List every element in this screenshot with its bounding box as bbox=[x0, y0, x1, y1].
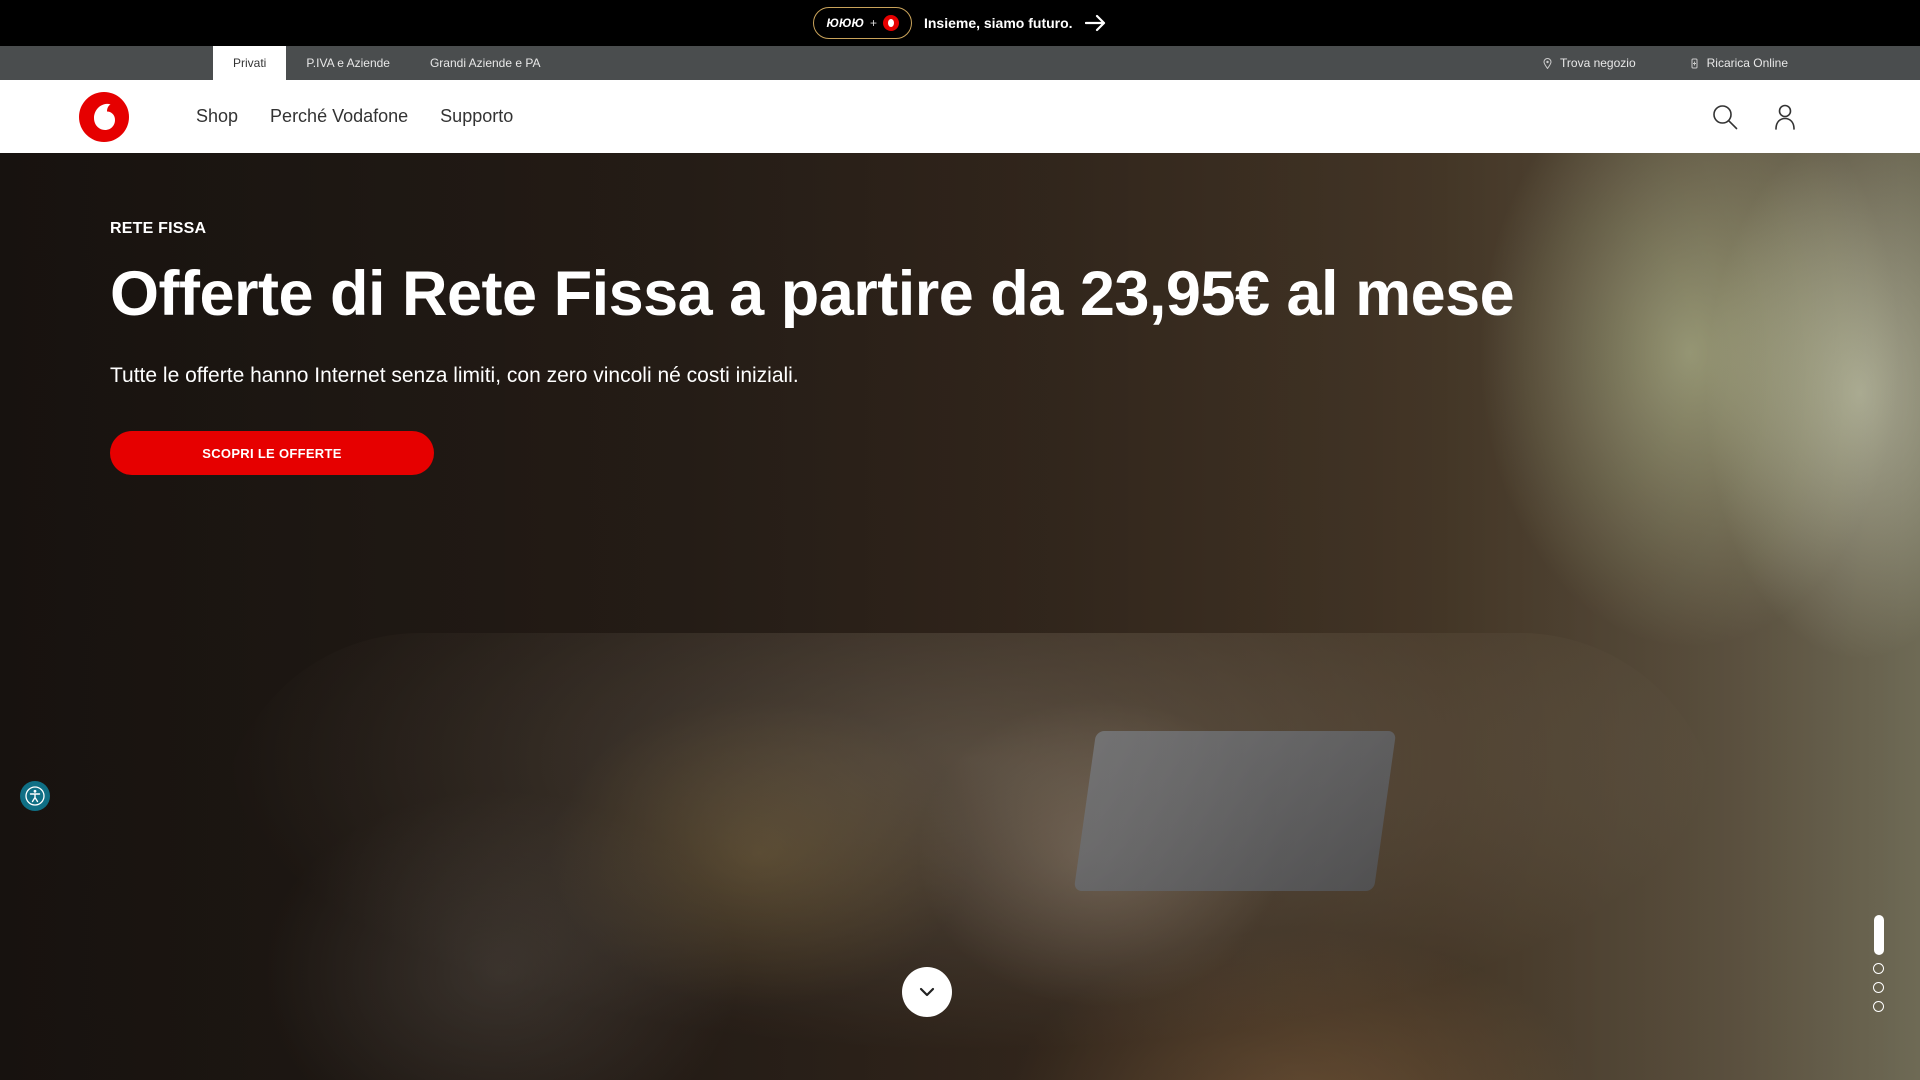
location-pin-icon bbox=[1543, 57, 1552, 69]
partnership-badge: ЮЮЮ + bbox=[813, 7, 912, 39]
carousel-dot[interactable] bbox=[1873, 963, 1884, 974]
vodafone-mini-logo-icon bbox=[882, 15, 899, 31]
nav-actions bbox=[1712, 80, 1796, 153]
find-store-label: Trova negozio bbox=[1560, 56, 1636, 70]
accessibility-button[interactable] bbox=[20, 781, 50, 811]
carousel-dot[interactable] bbox=[1873, 1001, 1884, 1012]
menu-item-supporto[interactable]: Supporto bbox=[440, 106, 513, 127]
chevron-down-icon bbox=[919, 987, 935, 997]
segment-bar: Privati P.IVA e Aziende Grandi Aziende e… bbox=[0, 46, 1920, 80]
main-navigation: Shop Perché Vodafone Supporto bbox=[0, 80, 1920, 153]
accessibility-icon bbox=[25, 786, 45, 806]
menu-item-perche-vodafone[interactable]: Perché Vodafone bbox=[270, 106, 408, 127]
announcement-text[interactable]: Insieme, siamo futuro. bbox=[924, 15, 1073, 31]
search-icon[interactable] bbox=[1712, 104, 1738, 130]
plus-sign: + bbox=[869, 16, 877, 30]
carousel-dot[interactable] bbox=[1873, 982, 1884, 993]
online-topup-link[interactable]: Ricarica Online bbox=[1690, 56, 1788, 70]
hero-banner: RETE FISSA Offerte di Rete Fissa a parti… bbox=[0, 153, 1920, 1080]
vodafone-logo-icon[interactable] bbox=[79, 92, 129, 142]
hero-eyebrow: RETE FISSA bbox=[110, 220, 207, 237]
partner-logo: ЮЮЮ bbox=[826, 16, 864, 30]
scroll-down-button[interactable] bbox=[902, 967, 952, 1017]
announcement-bar[interactable]: ЮЮЮ + Insieme, siamo futuro. bbox=[0, 0, 1920, 46]
online-topup-label: Ricarica Online bbox=[1706, 56, 1788, 70]
mobile-topup-icon bbox=[1691, 58, 1698, 68]
menu-item-shop[interactable]: Shop bbox=[196, 106, 238, 127]
hero-subtitle: Tutte le offerte hanno Internet senza li… bbox=[110, 364, 799, 387]
carousel-pagination bbox=[1873, 915, 1884, 1012]
segment-tab-piva-aziende[interactable]: P.IVA e Aziende bbox=[286, 46, 410, 80]
primary-menu: Shop Perché Vodafone Supporto bbox=[196, 80, 513, 153]
discover-offers-button[interactable]: SCOPRI LE OFFERTE bbox=[110, 431, 434, 475]
segment-tab-privati[interactable]: Privati bbox=[213, 46, 287, 80]
find-store-link[interactable]: Trova negozio bbox=[1543, 56, 1636, 70]
user-account-icon[interactable] bbox=[1774, 104, 1796, 130]
hero-headline: Offerte di Rete Fissa a partire da 23,95… bbox=[110, 259, 1515, 329]
arrow-right-icon[interactable] bbox=[1084, 14, 1107, 32]
segment-tab-grandi-aziende-pa[interactable]: Grandi Aziende e PA bbox=[410, 46, 561, 80]
carousel-dot-active[interactable] bbox=[1873, 915, 1884, 955]
